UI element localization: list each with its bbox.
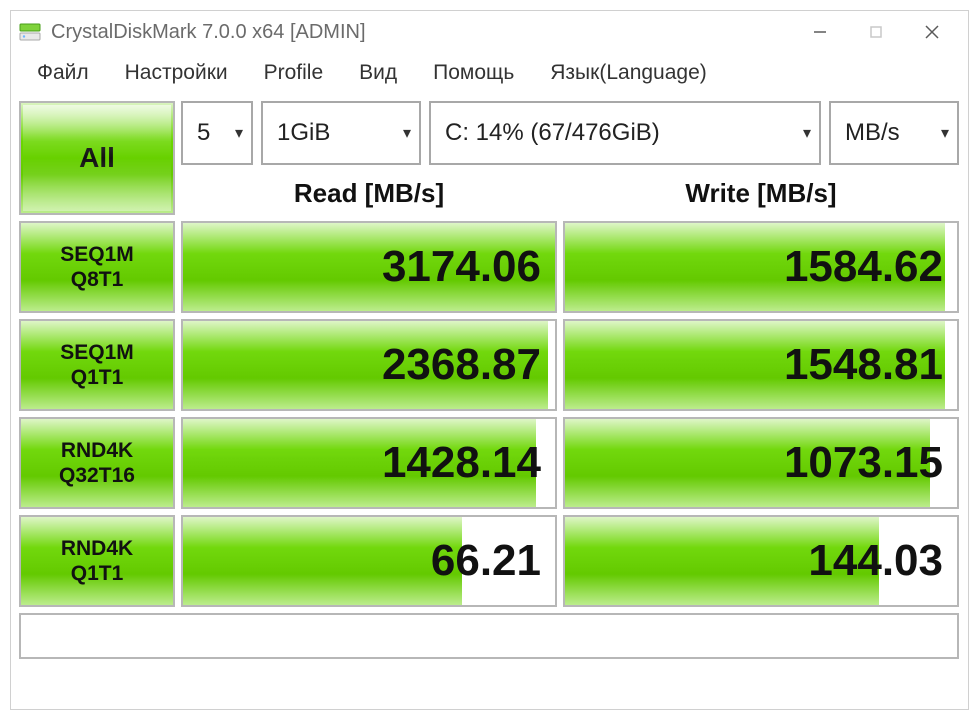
read-column-header: Read [MB/s] — [181, 171, 557, 215]
menu-help[interactable]: Помощь — [415, 55, 532, 91]
run-all-label: All — [79, 142, 115, 174]
chevron-down-icon: ▾ — [941, 123, 949, 143]
test-size-value: 1GiB — [277, 119, 330, 147]
chevron-down-icon: ▾ — [803, 123, 811, 143]
status-bar — [19, 613, 959, 659]
write-value: 1548.81 — [784, 340, 943, 390]
chevron-down-icon: ▾ — [403, 123, 411, 143]
read-value: 1428.14 — [382, 438, 541, 488]
write-value-cell: 1548.81 — [563, 319, 959, 411]
test-label-l2: Q8T1 — [71, 267, 124, 292]
close-button[interactable] — [904, 16, 960, 48]
test-label-l1: SEQ1M — [60, 242, 134, 267]
test-seq1m-q1t1-button[interactable]: SEQ1M Q1T1 — [19, 319, 175, 411]
drive-value: C: 14% (67/476GiB) — [445, 119, 660, 147]
menu-language[interactable]: Язык(Language) — [532, 55, 725, 91]
test-label-l2: Q32T16 — [59, 463, 135, 488]
read-value: 3174.06 — [382, 242, 541, 292]
test-label-l2: Q1T1 — [71, 561, 124, 586]
unit-select[interactable]: MB/s ▾ — [829, 101, 959, 165]
write-value-cell: 144.03 — [563, 515, 959, 607]
test-label-l1: RND4K — [61, 438, 133, 463]
write-column-header: Write [MB/s] — [563, 171, 959, 215]
write-value-cell: 1073.15 — [563, 417, 959, 509]
maximize-button[interactable] — [848, 16, 904, 48]
test-count-value: 5 — [197, 119, 210, 147]
menubar: Файл Настройки Profile Вид Помощь Язык(L… — [11, 53, 968, 93]
read-value-cell: 2368.87 — [181, 319, 557, 411]
menu-file[interactable]: Файл — [19, 55, 107, 91]
read-value-cell: 66.21 — [181, 515, 557, 607]
unit-value: MB/s — [845, 119, 900, 147]
read-value-cell: 1428.14 — [181, 417, 557, 509]
write-value: 1584.62 — [784, 242, 943, 292]
test-label-l1: SEQ1M — [60, 340, 134, 365]
write-value: 1073.15 — [784, 438, 943, 488]
test-rnd4k-q32t16-button[interactable]: RND4K Q32T16 — [19, 417, 175, 509]
test-label-l2: Q1T1 — [71, 365, 124, 390]
drive-select[interactable]: C: 14% (67/476GiB) ▾ — [429, 101, 821, 165]
test-label-l1: RND4K — [61, 536, 133, 561]
read-bar — [183, 517, 462, 605]
minimize-button[interactable] — [792, 16, 848, 48]
read-value: 2368.87 — [382, 340, 541, 390]
run-all-button[interactable]: All — [19, 101, 175, 215]
test-seq1m-q8t1-button[interactable]: SEQ1M Q8T1 — [19, 221, 175, 313]
menu-profile[interactable]: Profile — [246, 55, 342, 91]
test-size-select[interactable]: 1GiB ▾ — [261, 101, 421, 165]
window-title: CrystalDiskMark 7.0.0 x64 [ADMIN] — [51, 21, 792, 44]
titlebar: CrystalDiskMark 7.0.0 x64 [ADMIN] — [11, 11, 968, 53]
write-value: 144.03 — [808, 536, 943, 586]
chevron-down-icon: ▾ — [235, 123, 243, 143]
write-value-cell: 1584.62 — [563, 221, 959, 313]
menu-settings[interactable]: Настройки — [107, 55, 246, 91]
test-count-select[interactable]: 5 ▾ — [181, 101, 253, 165]
read-value-cell: 3174.06 — [181, 221, 557, 313]
menu-view[interactable]: Вид — [341, 55, 415, 91]
test-rnd4k-q1t1-button[interactable]: RND4K Q1T1 — [19, 515, 175, 607]
app-icon — [19, 21, 41, 43]
read-value: 66.21 — [431, 536, 541, 586]
